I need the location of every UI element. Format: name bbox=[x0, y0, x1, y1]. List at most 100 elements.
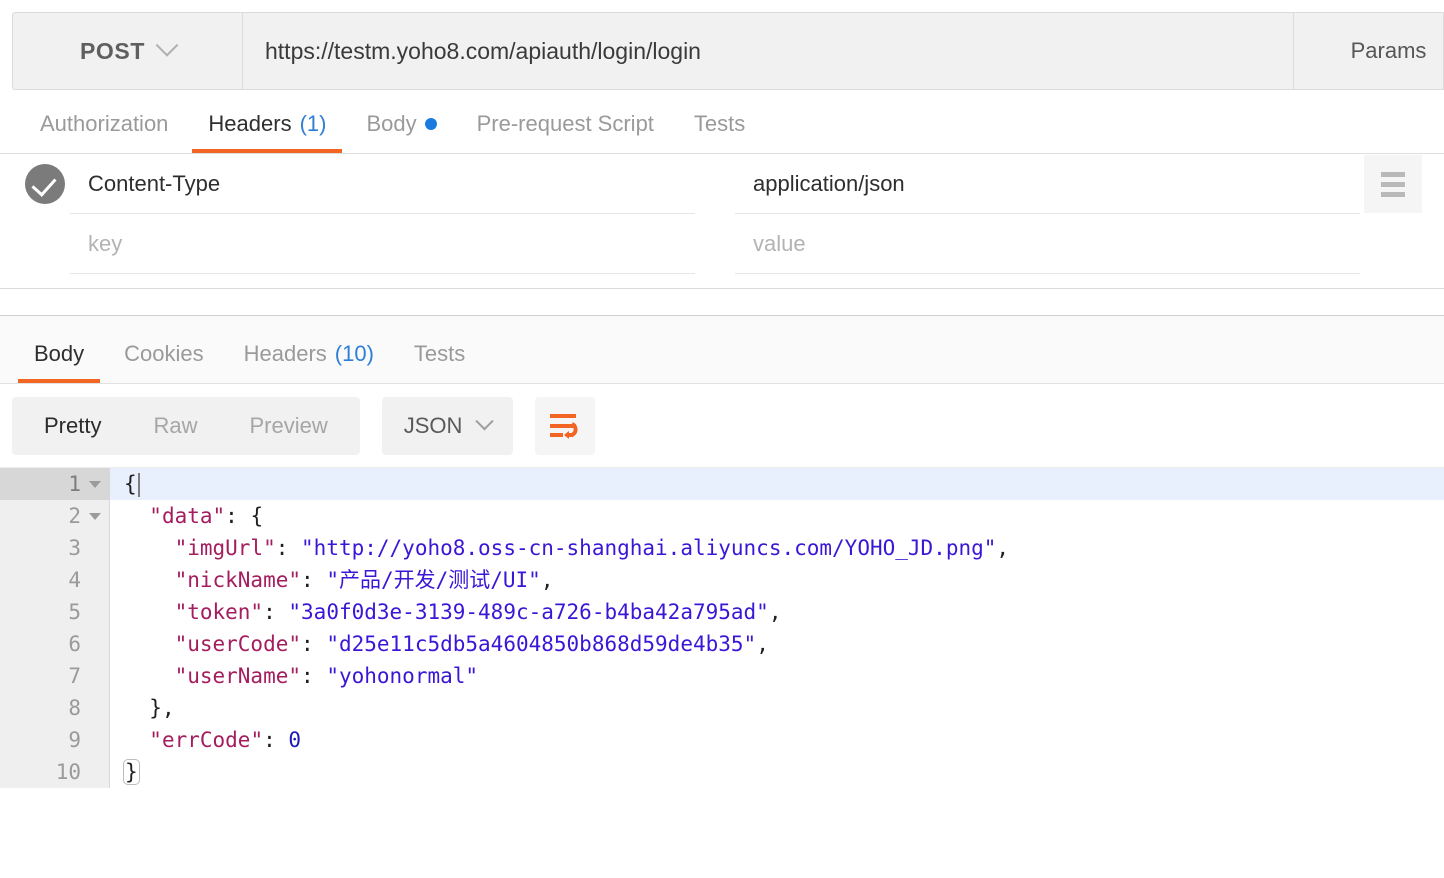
code-line: 9 "errCode": 0 bbox=[0, 724, 1444, 756]
url-value: https://testm.yoho8.com/apiauth/login/lo… bbox=[265, 37, 701, 64]
code-line: 8 }, bbox=[0, 692, 1444, 724]
code-token: "imgUrl" bbox=[174, 536, 276, 560]
code-text: } bbox=[110, 756, 140, 788]
tab-label: Authorization bbox=[40, 111, 169, 136]
code-token: , bbox=[756, 632, 769, 656]
tab-label: Body bbox=[34, 341, 85, 366]
tab-headers[interactable]: Headers (1) bbox=[188, 111, 346, 153]
code-token: } bbox=[123, 759, 140, 785]
line-number: 3 bbox=[0, 532, 110, 564]
response-format-label: JSON bbox=[403, 412, 463, 438]
code-token: "userName" bbox=[174, 664, 302, 688]
view-mode-raw[interactable]: Raw bbox=[127, 397, 223, 455]
tab-label: Headers bbox=[208, 111, 292, 136]
tab-pre-request-script[interactable]: Pre-request Script bbox=[457, 111, 674, 153]
response-tab-tests[interactable]: Tests bbox=[394, 341, 485, 383]
postman-request-response-pane: POST https://testm.yoho8.com/apiauth/log… bbox=[0, 12, 1444, 878]
line-number: 8 bbox=[0, 692, 110, 724]
line-number: 7 bbox=[0, 660, 110, 692]
table-row-empty: key value bbox=[0, 214, 1444, 274]
word-wrap-icon[interactable] bbox=[535, 396, 596, 455]
code-token: "data" bbox=[149, 504, 226, 528]
line-number: 5 bbox=[0, 596, 110, 628]
code-token: , bbox=[768, 600, 782, 624]
tab-label: Pre-request Script bbox=[476, 111, 654, 136]
view-mode-preview[interactable]: Preview bbox=[223, 397, 353, 455]
response-format-selector[interactable]: JSON bbox=[381, 396, 514, 455]
code-line: 7 "userName": "yohonormal" bbox=[0, 660, 1444, 692]
header-enabled-checkbox[interactable] bbox=[20, 164, 70, 204]
bulk-edit-icon[interactable] bbox=[1364, 155, 1422, 213]
params-button[interactable]: Params bbox=[1294, 12, 1444, 90]
bulk-line bbox=[1381, 171, 1405, 177]
response-tab-cookies[interactable]: Cookies bbox=[104, 341, 223, 383]
bulk-line bbox=[1381, 181, 1405, 187]
unsaved-dot-icon bbox=[424, 118, 437, 130]
response-body-code-editor[interactable]: 1{2 "data": {3 "imgUrl": "http://yoho8.o… bbox=[0, 468, 1444, 806]
code-text: "userCode": "d25e11c5db5a4604850b868d59d… bbox=[110, 628, 769, 660]
tab-label: Tests bbox=[413, 341, 466, 366]
chevron-down-icon bbox=[155, 34, 179, 57]
url-bar: POST https://testm.yoho8.com/apiauth/log… bbox=[0, 12, 1444, 90]
tab-count: (10) bbox=[334, 341, 374, 366]
code-token: "errCode" bbox=[149, 728, 264, 752]
view-mode-group: Pretty Raw Preview bbox=[12, 396, 360, 455]
fold-triangle-icon[interactable] bbox=[89, 480, 101, 488]
http-method-selector[interactable]: POST bbox=[12, 12, 242, 90]
header-key-input-empty[interactable]: key bbox=[70, 214, 695, 274]
line-number: 1 bbox=[0, 468, 110, 500]
response-tab-headers[interactable]: Headers (10) bbox=[224, 341, 394, 383]
code-text: "token": "3a0f0d3e-3139-489c-a726-b4ba42… bbox=[110, 596, 782, 628]
code-line: 4 "nickName": "产品/开发/测试/UI", bbox=[0, 564, 1444, 596]
code-line: 10} bbox=[0, 756, 1444, 788]
tab-label: Cookies bbox=[124, 341, 204, 366]
code-token: : bbox=[263, 600, 289, 624]
code-text: "userName": "yohonormal" bbox=[110, 660, 478, 692]
code-text: "data": { bbox=[110, 500, 263, 532]
code-token: , bbox=[996, 536, 1010, 560]
code-line: 1{ bbox=[0, 468, 1444, 500]
code-token: : { bbox=[225, 504, 264, 528]
line-number: 10 bbox=[0, 756, 110, 788]
code-line: 2 "data": { bbox=[0, 500, 1444, 532]
view-mode-pretty[interactable]: Pretty bbox=[18, 397, 127, 455]
code-token: "d25e11c5db5a4604850b868d59de4b35" bbox=[326, 632, 757, 656]
code-token: : bbox=[275, 536, 302, 560]
code-token: : bbox=[301, 568, 327, 592]
line-number: 2 bbox=[0, 500, 110, 532]
tab-count: (1) bbox=[299, 111, 327, 136]
code-token: "nickName" bbox=[174, 568, 302, 592]
code-line: 3 "imgUrl": "http://yoho8.oss-cn-shangha… bbox=[0, 532, 1444, 564]
code-token: : bbox=[263, 728, 289, 752]
url-input[interactable]: https://testm.yoho8.com/apiauth/login/lo… bbox=[242, 12, 1294, 90]
table-row: Content-Type application/json bbox=[0, 154, 1444, 214]
response-tab-body[interactable]: Body bbox=[14, 341, 104, 383]
fold-triangle-icon[interactable] bbox=[89, 512, 101, 520]
line-number: 9 bbox=[0, 724, 110, 756]
header-value-input-empty[interactable]: value bbox=[735, 214, 1360, 274]
code-token: "http://yoho8.oss-cn-shanghai.aliyuncs.c… bbox=[301, 536, 997, 560]
check-circle-icon bbox=[25, 164, 65, 204]
header-key-input[interactable]: Content-Type bbox=[70, 154, 695, 214]
http-method-label: POST bbox=[79, 37, 146, 64]
code-text: { bbox=[110, 468, 140, 500]
tab-label: Headers bbox=[243, 341, 327, 366]
tab-authorization[interactable]: Authorization bbox=[20, 111, 188, 153]
bulk-line bbox=[1381, 191, 1405, 197]
code-token: "token" bbox=[174, 600, 264, 624]
header-value-input[interactable]: application/json bbox=[735, 154, 1360, 214]
response-tabs: Body Cookies Headers (10) Tests bbox=[0, 316, 1444, 384]
tab-label: Tests bbox=[693, 111, 746, 136]
code-line: 6 "userCode": "d25e11c5db5a4604850b868d5… bbox=[0, 628, 1444, 660]
tab-tests[interactable]: Tests bbox=[674, 111, 765, 153]
tab-label: Body bbox=[366, 111, 417, 136]
line-number: 6 bbox=[0, 628, 110, 660]
tab-body[interactable]: Body bbox=[346, 111, 456, 153]
pane-splitter[interactable] bbox=[0, 288, 1444, 316]
